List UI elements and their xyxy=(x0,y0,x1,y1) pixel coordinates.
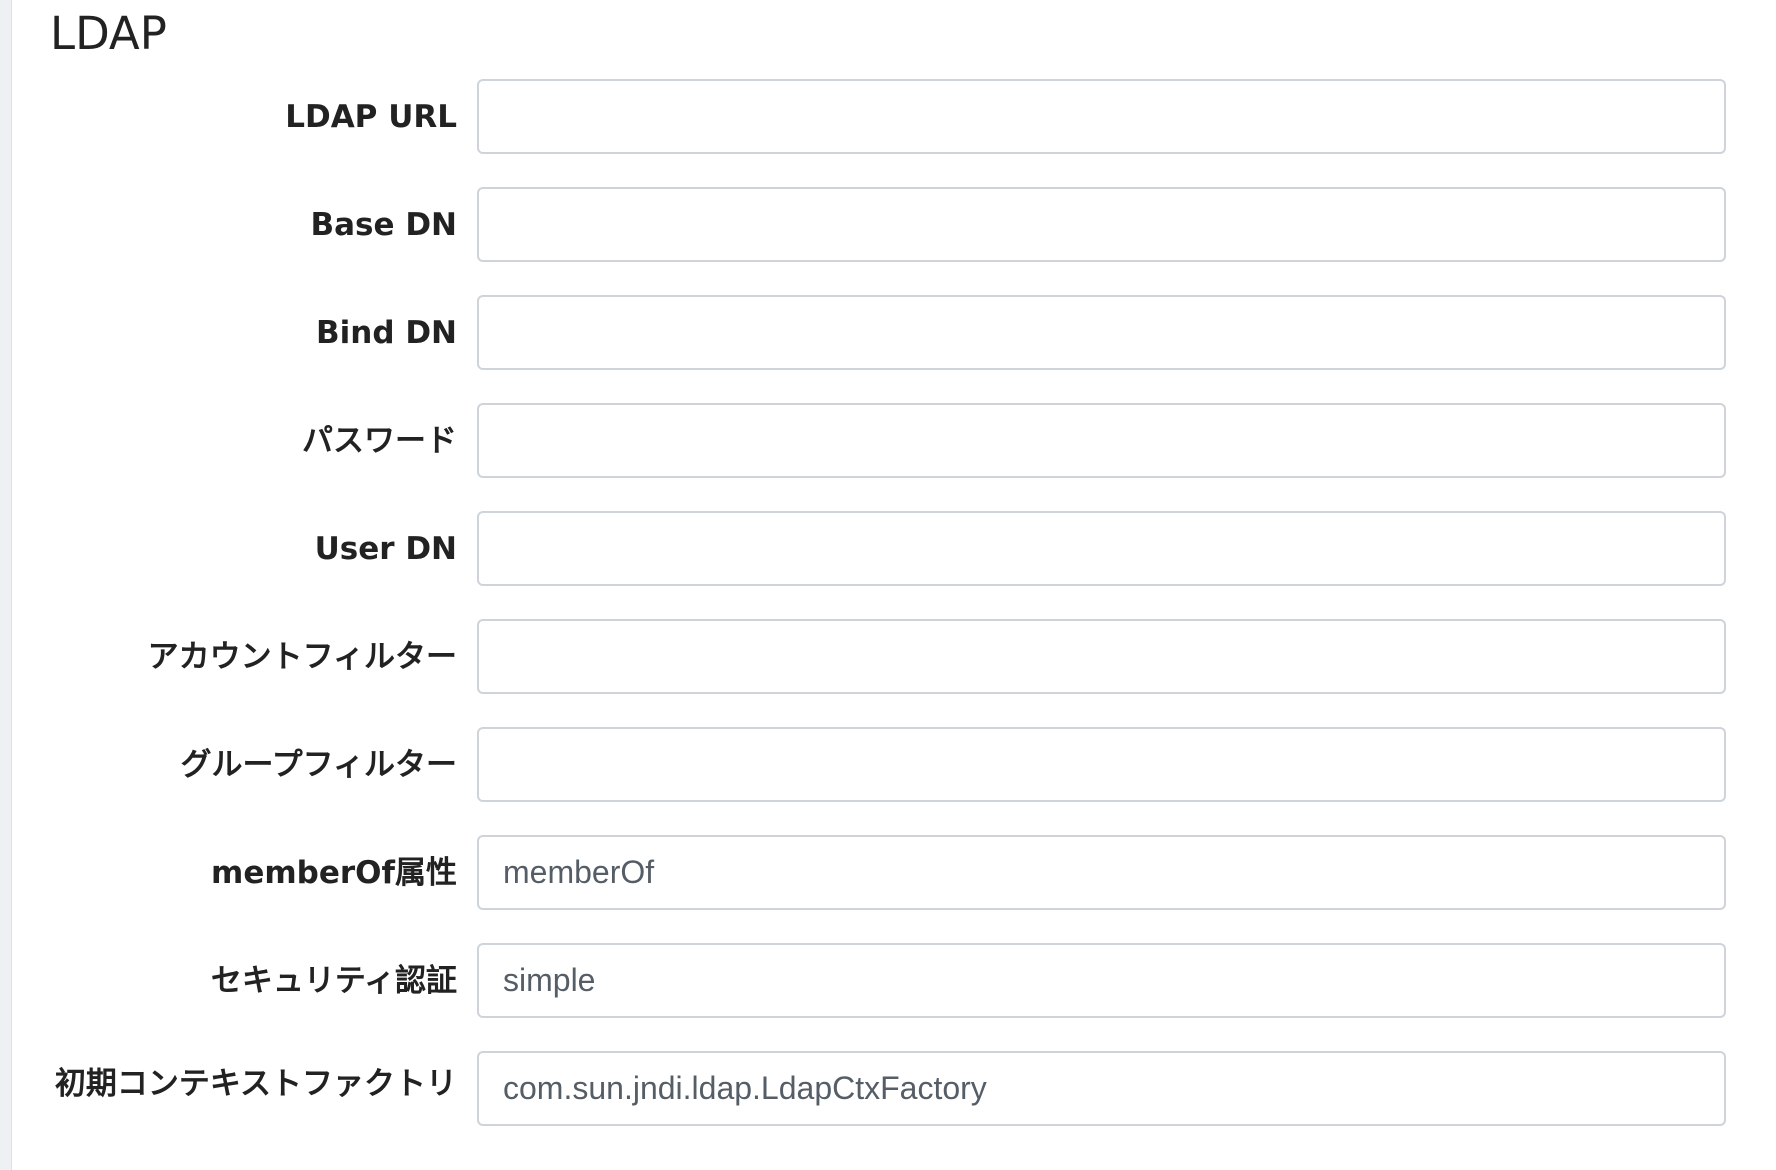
password-label: パスワード xyxy=(302,422,457,459)
security-authentication-input[interactable] xyxy=(477,943,1726,1018)
form-row-group-filter: グループフィルター xyxy=(12,727,1776,835)
base-dn-input[interactable] xyxy=(477,187,1726,262)
form-row-bind-dn: Bind DN xyxy=(12,295,1776,403)
account-filter-label: アカウントフィルター xyxy=(147,638,457,675)
form-row-initial-context-factory: 初期コンテキストファクトリ xyxy=(12,1051,1776,1159)
password-input[interactable] xyxy=(477,403,1726,478)
form-row-base-dn: Base DN xyxy=(12,187,1776,295)
section-title: LDAP xyxy=(50,7,167,60)
base-dn-label: Base DN xyxy=(310,206,458,243)
ldap-form: LDAP URL Base DN Bind DN パスワード User DN ア… xyxy=(12,79,1776,1159)
group-filter-label: グループフィルター xyxy=(180,746,457,783)
security-authentication-label: セキュリティ認証 xyxy=(210,962,457,999)
form-row-account-filter: アカウントフィルター xyxy=(12,619,1776,727)
initial-context-factory-label: 初期コンテキストファクトリ xyxy=(54,1066,457,1102)
memberof-attribute-input[interactable] xyxy=(477,835,1726,910)
ldap-settings-panel: LDAP LDAP URL Base DN Bind DN パスワード User… xyxy=(11,0,1776,1170)
bind-dn-input[interactable] xyxy=(477,295,1726,370)
form-row-ldap-url: LDAP URL xyxy=(12,79,1776,187)
form-row-user-dn: User DN xyxy=(12,511,1776,619)
ldap-url-label: LDAP URL xyxy=(285,98,457,135)
form-row-security-authentication: セキュリティ認証 xyxy=(12,943,1776,1051)
user-dn-input[interactable] xyxy=(477,511,1726,586)
group-filter-input[interactable] xyxy=(477,727,1726,802)
form-row-password: パスワード xyxy=(12,403,1776,511)
account-filter-input[interactable] xyxy=(477,619,1726,694)
ldap-url-input[interactable] xyxy=(477,79,1726,154)
initial-context-factory-input[interactable] xyxy=(477,1051,1726,1126)
bind-dn-label: Bind DN xyxy=(316,314,457,351)
form-row-memberof-attribute: memberOf属性 xyxy=(12,835,1776,943)
user-dn-label: User DN xyxy=(314,530,457,567)
memberof-attribute-label: memberOf属性 xyxy=(211,854,457,891)
